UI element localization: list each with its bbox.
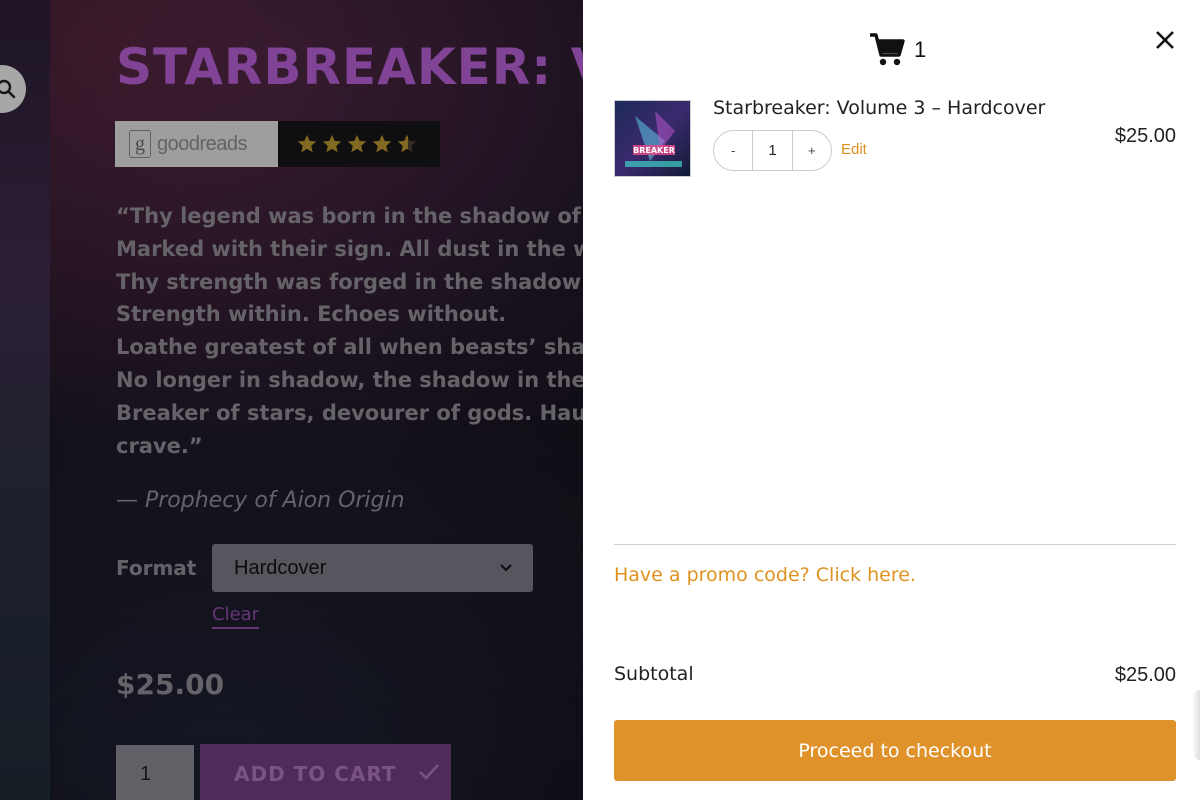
cart-item-thumbnail[interactable]: BREAKER [614,100,691,177]
promo-code-link[interactable]: Have a promo code? Click here. [614,564,916,586]
quantity-stepper: - 1 + [713,130,832,171]
modal-overlay[interactable] [0,0,583,800]
cover-title: BREAKER [633,146,675,155]
scroll-edge [1192,690,1200,760]
increment-button[interactable]: + [793,131,831,170]
decrement-button[interactable]: - [714,131,752,170]
book-cover-image: BREAKER [615,101,690,176]
subtotal-label: Subtotal [614,663,694,685]
edit-item-link[interactable]: Edit [841,141,867,158]
checkout-button[interactable]: Proceed to checkout [614,720,1176,781]
cart-header: 1 [868,30,926,68]
divider [614,544,1176,545]
cart-icon [870,33,905,66]
cart-count: 1 [914,37,927,62]
cart-item-price: $25.00 [1114,125,1176,147]
cart-item-title[interactable]: Starbreaker: Volume 3 – Hardcover [713,97,1045,119]
close-cart-button[interactable] [1154,29,1176,51]
subtotal-value: $25.00 [1114,664,1176,686]
close-icon [1156,31,1174,49]
quantity-input[interactable]: 1 [752,131,793,170]
cart-drawer: 1 BREAKER Starbreaker: Volume 3 – Hardco [583,0,1200,800]
